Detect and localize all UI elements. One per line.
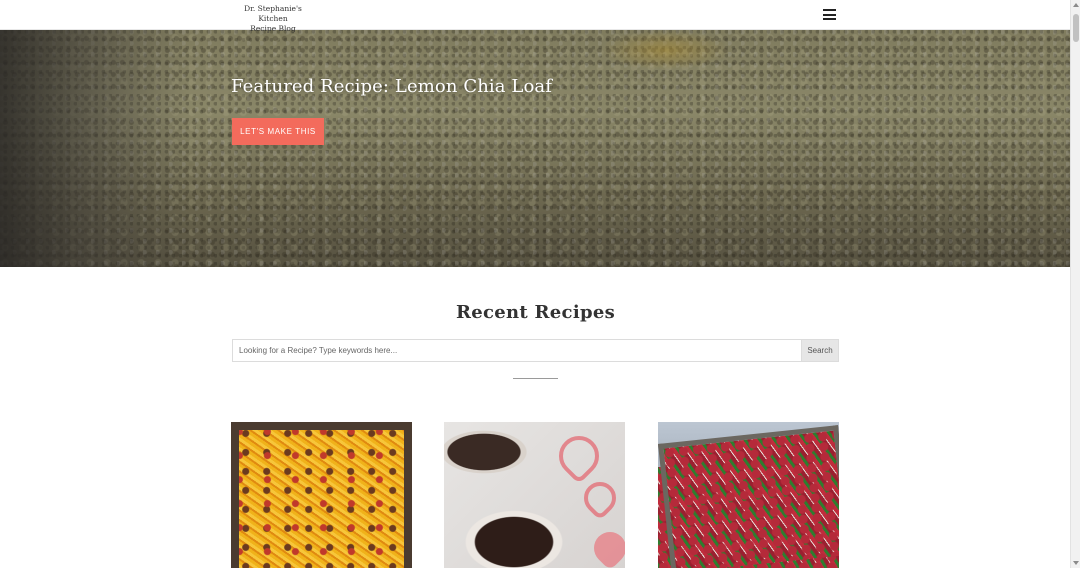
steak-fajitas-photo [658, 425, 839, 568]
scroll-up-arrow-icon[interactable] [1073, 3, 1079, 7]
recipe-card-2[interactable] [444, 422, 625, 568]
site-logo[interactable]: Dr. Stephanie's Kitchen Recipe Blog [232, 4, 314, 34]
recent-recipes-title: Recent Recipes [455, 302, 616, 323]
search-button[interactable]: Search [801, 340, 838, 361]
section-divider [513, 378, 558, 379]
hero-image-shade [0, 30, 190, 267]
recipe-search-bar: Search [232, 339, 839, 362]
featured-recipe-hero: Featured Recipe: Lemon Chia Loaf LET'S M… [0, 30, 1070, 267]
heart-decoration [577, 475, 623, 521]
heart-decoration [587, 525, 625, 568]
recipe-card-1[interactable] [231, 422, 412, 568]
scrollbar-thumb[interactable] [1073, 14, 1079, 42]
page-scrollbar[interactable] [1070, 0, 1080, 568]
hero-title: Featured Recipe: Lemon Chia Loaf [231, 76, 553, 97]
recipe-card-3[interactable] [658, 422, 839, 568]
recipe-search-input[interactable] [233, 340, 801, 361]
hamburger-menu-icon[interactable] [823, 9, 836, 20]
logo-line-1: Dr. Stephanie's Kitchen [244, 4, 302, 23]
logo-line-2: Recipe Blog [250, 24, 296, 33]
scroll-down-arrow-icon[interactable] [1073, 561, 1079, 565]
menu-bar [823, 9, 836, 11]
taco-casserole-photo [231, 422, 412, 568]
heart-decoration [550, 427, 608, 485]
menu-bar [823, 13, 836, 16]
site-header: Dr. Stephanie's Kitchen Recipe Blog [0, 0, 1070, 33]
lets-make-this-button[interactable]: LET'S MAKE THIS [232, 118, 324, 145]
menu-bar [823, 18, 836, 20]
